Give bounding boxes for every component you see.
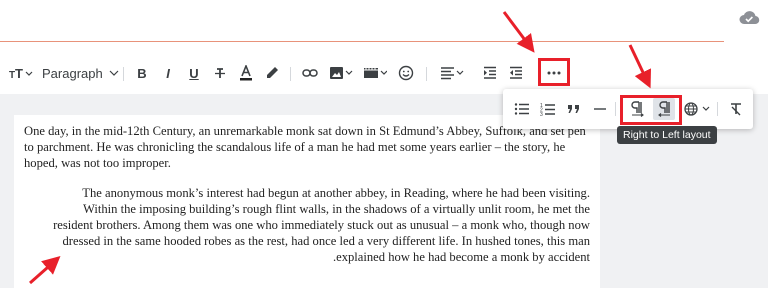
align-icon[interactable]	[438, 62, 466, 84]
chevron-down-icon	[109, 70, 119, 76]
text-color-icon[interactable]	[236, 62, 256, 84]
svg-text:T: T	[15, 66, 23, 80]
rtl-line: The anonymous monk’s interest had begun …	[82, 186, 590, 200]
toolbar-divider	[426, 67, 427, 81]
svg-text:3: 3	[540, 112, 543, 116]
indent-icon[interactable]	[480, 62, 500, 84]
bullet-list-icon[interactable]	[511, 98, 533, 120]
blockquote-icon[interactable]	[563, 98, 585, 120]
highlight-box-direction	[620, 95, 682, 125]
rtl-line: .explained how he had become a monk by a…	[332, 250, 590, 264]
block-format-label: Paragraph	[42, 65, 103, 81]
title-underline	[0, 41, 724, 42]
bold-icon[interactable]: B	[132, 62, 152, 84]
paragraph-ltr[interactable]: One day, in the mid-12th Century, an unr…	[24, 123, 592, 171]
font-size-icon[interactable]: TT	[8, 62, 34, 84]
editor-page[interactable]: One day, in the mid-12th Century, an unr…	[14, 115, 600, 288]
emoji-icon[interactable]	[396, 62, 416, 84]
rtl-line: resident brothers. Among them was one wh…	[53, 218, 590, 232]
italic-icon[interactable]: I	[158, 62, 178, 84]
language-icon[interactable]	[683, 98, 713, 120]
block-format-dropdown[interactable]: Paragraph	[42, 62, 126, 84]
numbered-list-icon[interactable]: 123	[537, 98, 559, 120]
popup-divider	[615, 102, 616, 116]
image-icon[interactable]	[328, 62, 354, 84]
editor-toolbar: TT Paragraph B I U	[0, 52, 768, 94]
paragraph-rtl[interactable]: The anonymous monk’s interest had begun …	[24, 185, 590, 265]
highlight-box-more	[538, 58, 570, 86]
toolbar-divider	[123, 67, 124, 81]
link-icon[interactable]	[300, 62, 320, 84]
cloud-save-icon[interactable]	[738, 9, 760, 25]
highlight-icon[interactable]	[262, 62, 282, 84]
underline-icon[interactable]: U	[184, 62, 204, 84]
outdent-icon[interactable]	[506, 62, 526, 84]
popup-divider	[717, 102, 718, 116]
rtl-line: dressed in the same hooded robes as the …	[62, 234, 591, 248]
media-icon[interactable]	[362, 62, 388, 84]
toolbar-divider	[290, 67, 291, 81]
top-bar	[0, 0, 768, 52]
tooltip: Right to Left layout	[617, 126, 717, 144]
clear-format-icon[interactable]	[725, 98, 747, 120]
strikethrough-icon[interactable]	[210, 62, 230, 84]
rtl-line: Within the imposing building’s rough fli…	[82, 202, 590, 216]
horizontal-rule-icon[interactable]	[589, 98, 611, 120]
